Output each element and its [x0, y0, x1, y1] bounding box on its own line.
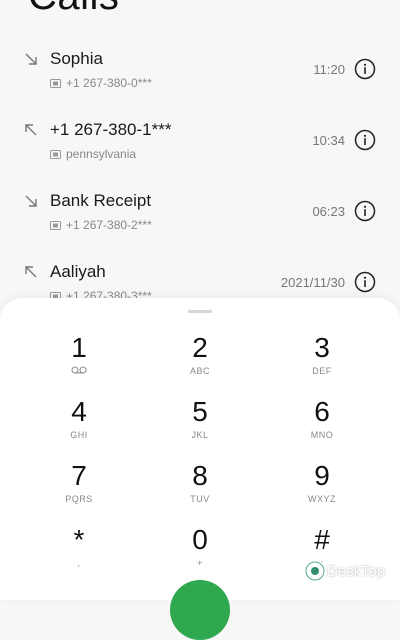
call-sub-info: pennsylvania [50, 147, 136, 161]
key-digit: * [73, 524, 85, 555]
key-letters: + [197, 558, 203, 568]
dialpad-key-3[interactable]: 3 DEF [282, 333, 362, 393]
key-letters: PQRS [65, 494, 93, 504]
info-icon[interactable] [354, 271, 376, 293]
call-log-item[interactable]: Bank Receipt +1 267-380-2*** 06:23 [0, 176, 400, 247]
key-digit: 4 [71, 396, 87, 427]
watermark-logo-icon [305, 561, 325, 581]
key-letters: GHI [70, 430, 88, 440]
watermark: DeskTop [305, 561, 385, 581]
key-digit: 7 [71, 460, 87, 491]
key-letters: JKL [191, 430, 209, 440]
dialpad-key-star[interactable]: * , [39, 525, 119, 585]
key-digit: 3 [314, 332, 330, 363]
dialpad-key-6[interactable]: 6 MNO [282, 397, 362, 457]
call-time: 2021/11/30 [280, 275, 345, 290]
call-time: 10:34 [312, 133, 345, 148]
key-digit: 9 [314, 460, 330, 491]
key-letters: WXYZ [308, 494, 336, 504]
key-digit: 5 [192, 396, 208, 427]
key-digit: 1 [71, 332, 87, 363]
key-digit: 8 [192, 460, 208, 491]
call-time: 06:23 [312, 204, 345, 219]
call-contact-name: Sophia [50, 49, 103, 68]
call-number: +1 267-380-0*** [66, 76, 152, 90]
page-title: Calls [28, 0, 119, 19]
call-time: 11:20 [313, 62, 345, 77]
info-icon[interactable] [354, 129, 376, 151]
dialpad-key-9[interactable]: 9 WXYZ [282, 461, 362, 521]
call-log-item[interactable]: Sophia +1 267-380-0*** 11:20 [0, 34, 400, 105]
info-icon[interactable] [354, 58, 376, 80]
call-log-list: Sophia +1 267-380-0*** 11:20 +1 267-380-… [0, 34, 400, 318]
dialpad-key-5[interactable]: 5 JKL [160, 397, 240, 457]
voicemail-icon [71, 366, 87, 374]
drag-handle[interactable] [188, 310, 212, 313]
dialpad-key-4[interactable]: 4 GHI [39, 397, 119, 457]
sim-card-icon [50, 78, 61, 88]
dialpad-key-8[interactable]: 8 TUV [160, 461, 240, 521]
dialpad-key-0[interactable]: 0 + [160, 525, 240, 585]
incoming-call-arrow-icon [25, 195, 37, 207]
call-number: +1 267-380-2*** [66, 218, 152, 232]
key-letters: , [77, 558, 81, 568]
info-icon[interactable] [354, 200, 376, 222]
call-contact-name: +1 267-380-1*** [50, 120, 172, 139]
key-digit: # [314, 524, 330, 555]
key-digit: 6 [314, 396, 330, 427]
call-contact-name: Aaliyah [50, 262, 106, 281]
call-contact-name: Bank Receipt [50, 191, 152, 210]
dialpad-panel: 1 2 ABC 3 DEF 4 GHI 5 JKL 6 MNO 7 PQRS 8… [0, 298, 400, 600]
dialpad-key-1[interactable]: 1 [39, 333, 119, 393]
dial-call-button[interactable] [170, 580, 230, 640]
call-sub-info: +1 267-380-0*** [50, 76, 152, 90]
call-location: pennsylvania [66, 147, 137, 161]
key-letters: DEF [312, 366, 332, 376]
key-letters: TUV [190, 494, 210, 504]
call-log-item[interactable]: +1 267-380-1*** pennsylvania 10:34 [0, 105, 400, 176]
key-digit: 2 [192, 332, 208, 363]
incoming-call-arrow-icon [25, 53, 37, 65]
call-sub-info: +1 267-380-2*** [50, 218, 152, 232]
sim-card-icon [50, 149, 61, 159]
sim-card-icon [50, 220, 61, 230]
watermark-text: DeskTop [327, 562, 386, 580]
dialpad-key-2[interactable]: 2 ABC [160, 333, 240, 393]
outgoing-call-arrow-icon [25, 124, 37, 136]
dialpad-key-7[interactable]: 7 PQRS [39, 461, 119, 521]
key-letters: MNO [310, 430, 334, 440]
key-digit: 0 [192, 524, 208, 555]
outgoing-call-arrow-icon [25, 266, 37, 278]
key-letters: ABC [189, 366, 210, 376]
